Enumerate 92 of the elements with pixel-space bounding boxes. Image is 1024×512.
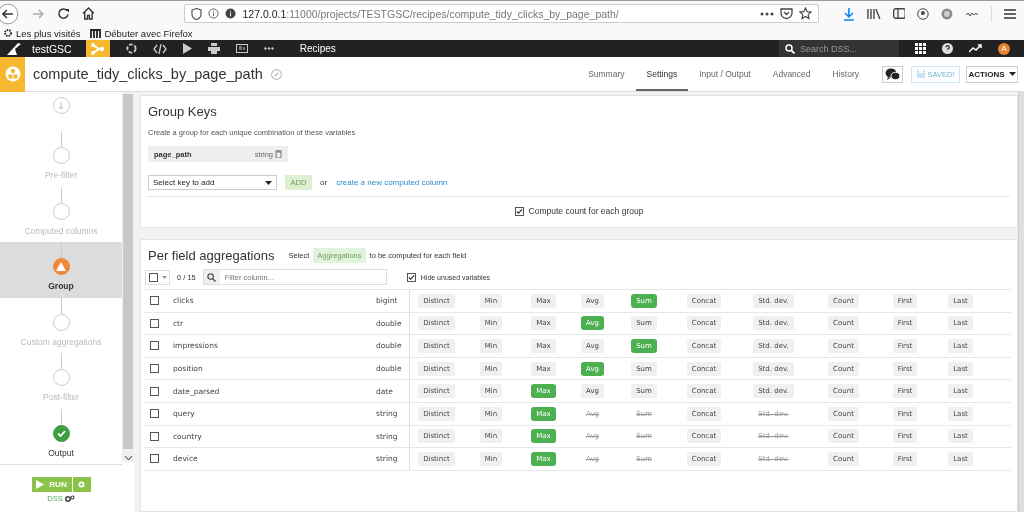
- caret-icon: [1008, 72, 1016, 76]
- row-checkbox[interactable]: [150, 341, 159, 351]
- trash-icon[interactable]: [275, 150, 282, 158]
- group-recipe-icon: [4, 66, 21, 82]
- empty-step-dot: [52, 147, 70, 164]
- empty-step-dot: [52, 369, 70, 386]
- step-label: Pre-filter: [44, 170, 78, 180]
- empty-step-dot: [52, 313, 70, 331]
- search-field[interactable]: Search DSS...: [779, 40, 899, 57]
- caret-icon: [162, 275, 167, 279]
- recipe-tab[interactable]: History: [821, 57, 870, 91]
- caret-icon: [265, 180, 272, 185]
- search-icon: [207, 272, 217, 282]
- row-checkbox[interactable]: [150, 386, 159, 396]
- step-label: Custom aggregations: [20, 336, 102, 347]
- step-label: Computed columns: [24, 225, 98, 236]
- extension-icon[interactable]: [941, 7, 954, 20]
- play-icon[interactable]: [182, 43, 192, 54]
- dashboard-icon[interactable]: [235, 44, 248, 53]
- home-icon[interactable]: [81, 7, 95, 20]
- compute-count-checkbox[interactable]: Compute count for each group: [514, 206, 644, 216]
- step-item[interactable]: Group: [0, 242, 122, 298]
- floppy-icon: [916, 70, 925, 78]
- key-select[interactable]: Select key to add: [148, 175, 277, 190]
- recipe-tab[interactable]: Settings: [635, 57, 689, 91]
- project-name[interactable]: testGSC: [32, 42, 72, 55]
- shield-icon[interactable]: [191, 7, 203, 20]
- gear-icon: [78, 481, 85, 488]
- back-icon[interactable]: [0, 2, 19, 25]
- trend-icon[interactable]: [969, 44, 982, 53]
- bookmark[interactable]: Les plus visités: [3, 27, 81, 39]
- bulk-select-dropdown[interactable]: [145, 269, 170, 285]
- row-checkbox[interactable]: [150, 431, 159, 441]
- download-icon[interactable]: [842, 6, 855, 21]
- or-label: or: [320, 178, 328, 187]
- lock-icon: [225, 8, 237, 19]
- scrollbar-thumb[interactable]: [123, 94, 133, 449]
- more-icon[interactable]: [759, 11, 774, 16]
- row-checkbox[interactable]: [150, 296, 159, 306]
- scrollbar[interactable]: [122, 92, 134, 462]
- menu-icon[interactable]: [1004, 8, 1016, 19]
- empty-step-dot: [52, 202, 70, 220]
- sidebar-icon[interactable]: [892, 8, 906, 19]
- step-label: Output: [48, 447, 74, 458]
- check-icon: [515, 207, 523, 215]
- row-checkbox[interactable]: [150, 364, 159, 374]
- recipe-tab[interactable]: Summary: [577, 57, 636, 91]
- chat-icon: [884, 67, 901, 81]
- address-bar[interactable]: 127.0.0.1:11000/projects/TESTGSC/recipes/compute_tidy_clicks_by_page_path/: [184, 4, 819, 23]
- code-icon[interactable]: [152, 43, 167, 54]
- check-icon: [56, 429, 66, 437]
- bookmark[interactable]: Débuter avec Firefox: [90, 27, 193, 39]
- row-checkbox[interactable]: [150, 409, 159, 419]
- cycle-icon[interactable]: [125, 43, 137, 54]
- account-icon[interactable]: [917, 7, 930, 20]
- row-checkbox[interactable]: [150, 454, 159, 464]
- down-arrow-icon: [58, 101, 64, 110]
- row-checkbox[interactable]: [150, 318, 159, 328]
- warning-icon: [56, 262, 66, 271]
- discussions-button[interactable]: [882, 65, 903, 83]
- step-label: Group: [48, 281, 74, 291]
- grid-icon[interactable]: [915, 43, 926, 54]
- flow-tab[interactable]: [85, 40, 110, 57]
- play-icon: [36, 480, 45, 489]
- gears-icon: [64, 494, 75, 503]
- section-title: Group Keys: [148, 104, 218, 119]
- flow-icon: [90, 42, 105, 55]
- scroll-down-icon[interactable]: [125, 456, 132, 460]
- gear-icon: [3, 28, 13, 38]
- computed-column-link[interactable]: create a new computed column: [336, 178, 448, 187]
- m-logo-icon: [90, 28, 102, 38]
- section-title[interactable]: Recipes: [299, 43, 336, 54]
- actions-button[interactable]: ACTIONS: [966, 65, 1018, 83]
- printer-icon[interactable]: [207, 43, 220, 54]
- recipe-tab[interactable]: Advanced: [761, 57, 822, 91]
- pocket-icon[interactable]: [779, 7, 793, 20]
- recipe-tab[interactable]: Input / Output: [688, 57, 762, 91]
- info-icon[interactable]: [208, 8, 220, 19]
- wave-icon[interactable]: [965, 10, 980, 17]
- step-label: Post-filter: [43, 392, 79, 402]
- more-icon[interactable]: [263, 47, 274, 50]
- section-title: Per field aggregations: [148, 248, 275, 263]
- step-item[interactable]: Output: [0, 408, 122, 464]
- help-icon[interactable]: [942, 43, 953, 54]
- url-text: 127.0.0.1:11000/projects/TESTGSC/recipes/compute_tidy_clicks_by_page_path/: [242, 7, 619, 20]
- library-icon[interactable]: [866, 7, 881, 20]
- star-icon[interactable]: [798, 7, 812, 20]
- recipe-title: compute_tidy_clicks_by_page_path: [33, 66, 263, 82]
- search-icon: [785, 44, 795, 54]
- check-icon: [407, 273, 415, 281]
- reload-icon[interactable]: [56, 7, 70, 20]
- scrollbar[interactable]: [1018, 92, 1024, 512]
